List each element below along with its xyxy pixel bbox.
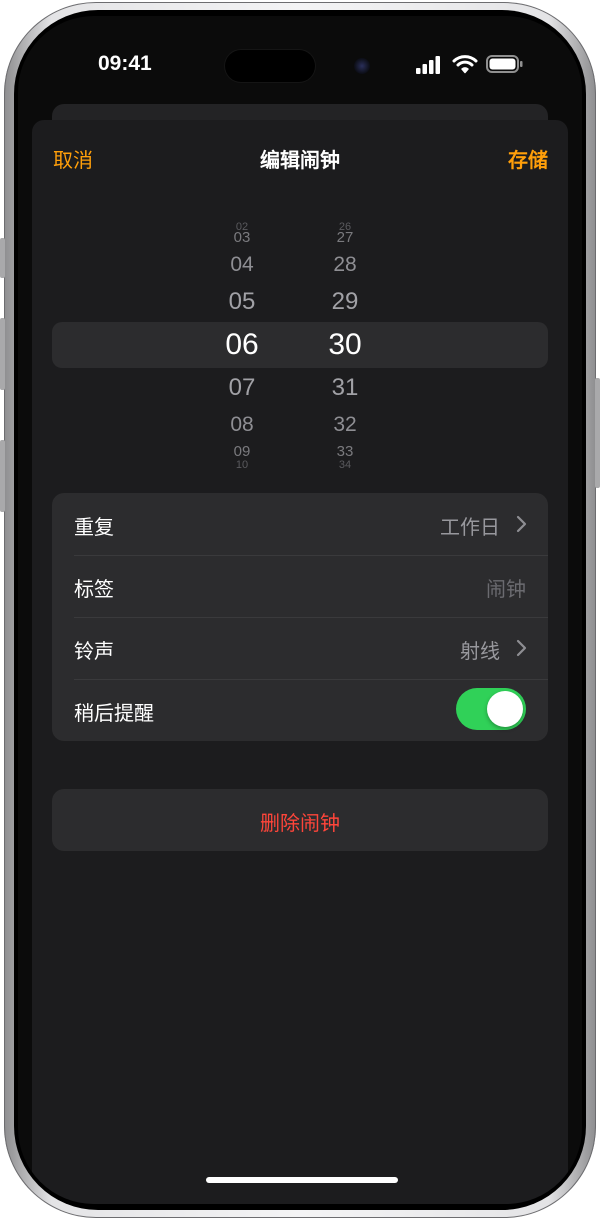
wifi-icon [452,55,478,74]
minute-option[interactable]: 31 [305,374,385,402]
hour-option[interactable]: 04 [202,253,282,277]
status-time: 09:41 [98,52,152,75]
volume-up-button [0,318,5,390]
phone-screen: 09:41 取消 编辑闹钟 存储 02 03 04 05 06 07 08 09… [18,16,582,1204]
home-indicator[interactable] [206,1177,398,1183]
label-label: 标签 [74,577,114,601]
power-button [595,378,600,488]
save-button[interactable]: 存储 [508,144,548,173]
minute-option[interactable]: 29 [305,288,385,316]
action-button [0,238,5,278]
delete-alarm-button[interactable]: 删除闹钟 [52,789,548,851]
snooze-label: 稍后提醒 [74,701,154,725]
toggle-knob [487,691,523,727]
label-row[interactable]: 标签 闹钟 [52,555,548,617]
hour-option[interactable]: 10 [202,459,282,471]
minute-option[interactable]: 34 [305,459,385,471]
hour-option[interactable]: 08 [202,413,282,437]
minute-option[interactable]: 28 [305,253,385,277]
sound-row[interactable]: 铃声 射线 [52,617,548,679]
snooze-toggle[interactable] [456,688,526,730]
hour-selected[interactable]: 06 [202,328,282,362]
volume-down-button [0,440,5,512]
chevron-right-icon [516,639,527,657]
minute-option[interactable]: 32 [305,413,385,437]
sound-value: 射线 [460,639,500,663]
minute-option[interactable]: 27 [305,229,385,246]
label-input[interactable]: 闹钟 [486,573,526,602]
battery-icon [486,55,523,73]
chevron-right-icon [516,515,527,533]
front-camera [354,58,370,74]
hour-option[interactable]: 09 [202,443,282,460]
repeat-row[interactable]: 重复 工作日 [52,493,548,555]
alarm-settings-list: 重复 工作日 标签 闹钟 铃声 射线 稍后提醒 [52,493,548,741]
sound-label: 铃声 [74,639,114,663]
minute-selected[interactable]: 30 [305,328,385,362]
minute-option[interactable]: 33 [305,443,385,460]
repeat-value: 工作日 [440,515,500,539]
hour-option[interactable]: 03 [202,229,282,246]
picker-selection-band [52,322,548,368]
hour-option[interactable]: 07 [202,374,282,402]
repeat-label: 重复 [74,515,114,539]
hour-option[interactable]: 05 [202,288,282,316]
delete-alarm-label: 删除闹钟 [260,811,340,835]
dynamic-island [225,50,315,82]
page-title: 编辑闹钟 [260,148,340,172]
signal-icon [416,56,440,74]
status-icons [416,54,526,76]
